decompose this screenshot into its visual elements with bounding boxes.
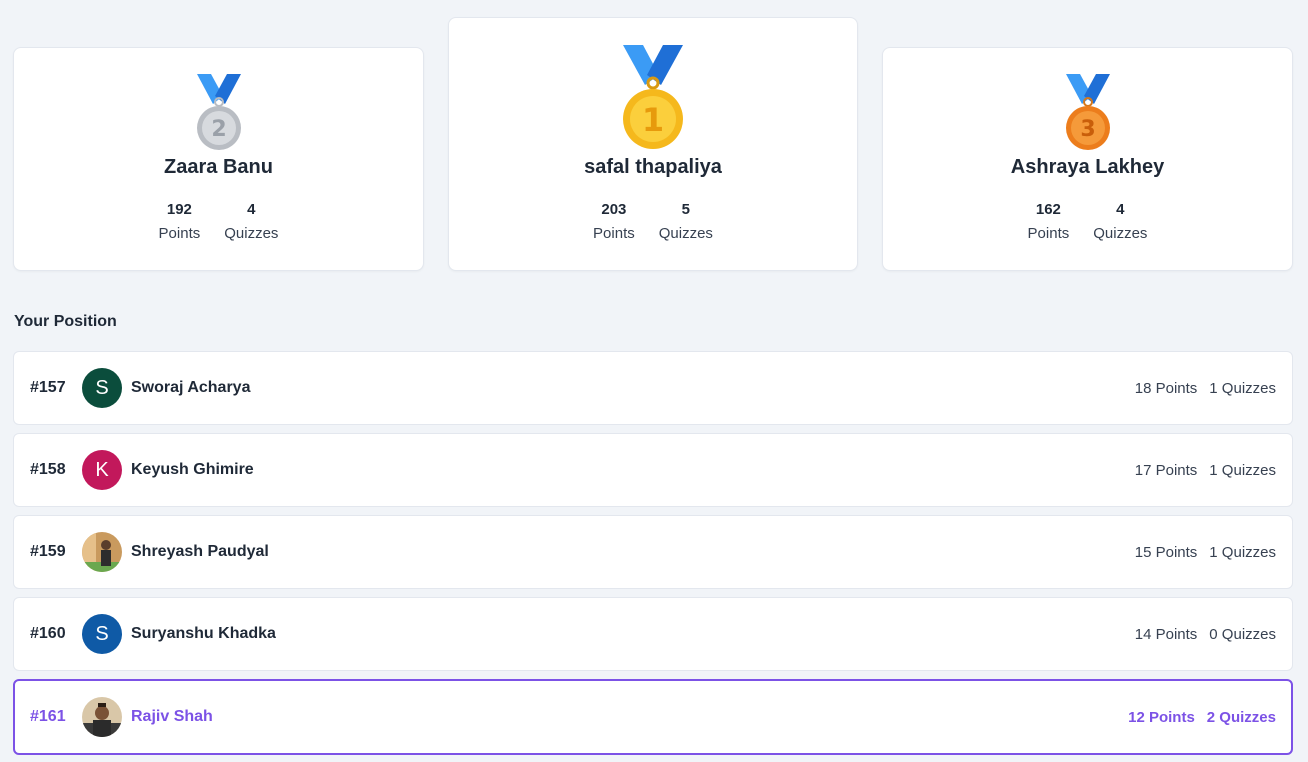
points-stat: 162 Points <box>1028 201 1070 243</box>
points-label: Points <box>1027 225 1070 242</box>
points-value: 203 <box>601 201 627 218</box>
points-text: 15 Points <box>1134 543 1198 561</box>
podium-card-first: 1 safal thapaliya 203 Points 5 Quizzes <box>448 17 858 271</box>
quizzes-stat: 4 Quizzes <box>1093 201 1147 243</box>
gold-medal-icon: 1 <box>623 45 683 149</box>
podium-card-second: 2 Zaara Banu 192 Points 4 Quizzes <box>13 47 424 271</box>
quizzes-text: 1 Quizzes <box>1209 543 1276 561</box>
current-user-row[interactable]: #161 Rajiv Shah 12 Points 2 Quizzes <box>13 679 1293 755</box>
avatar: S <box>82 368 122 408</box>
points-text: 17 Points <box>1134 461 1198 479</box>
medal-number: 3 <box>1080 117 1095 142</box>
player-name: Keyush Ghimire <box>131 461 254 478</box>
player-name: Rajiv Shah <box>131 708 213 725</box>
quizzes-value: 4 <box>1116 201 1125 218</box>
quizzes-value: 4 <box>247 201 256 218</box>
quizzes-text: 1 Quizzes <box>1209 461 1276 479</box>
points-label: Points <box>593 225 635 242</box>
quizzes-label: Quizzes <box>1093 225 1148 242</box>
avatar-photo <box>82 532 122 572</box>
quizzes-stat: 5 Quizzes <box>659 201 713 243</box>
leaderboard-row[interactable]: #157 S Sworaj Acharya 18 Points 1 Quizze… <box>13 351 1293 425</box>
quizzes-text: 1 Quizzes <box>1209 379 1276 397</box>
player-name: Shreyash Paudyal <box>131 543 269 560</box>
podium-card-third: 3 Ashraya Lakhey 162 Points 4 Quizzes <box>882 47 1293 271</box>
player-name: Sworaj Acharya <box>131 379 251 396</box>
your-position-heading: Your Position <box>14 313 117 330</box>
quizzes-stat: 4 Quizzes <box>224 201 278 243</box>
leaderboard-row[interactable]: #160 S Suryanshu Khadka 14 Points 0 Quiz… <box>13 597 1293 671</box>
points-text: 18 Points <box>1134 379 1198 397</box>
podium-name: Zaara Banu <box>164 156 273 178</box>
medal-number: 1 <box>642 101 664 139</box>
rank-label: #157 <box>30 379 66 396</box>
leaderboard-row[interactable]: #158 K Keyush Ghimire 17 Points 1 Quizze… <box>13 433 1293 507</box>
points-value: 192 <box>166 201 192 218</box>
rank-label: #159 <box>30 543 66 560</box>
medal-number: 2 <box>211 117 226 142</box>
podium-name: Ashraya Lakhey <box>1010 156 1165 178</box>
rank-label: #161 <box>30 708 66 725</box>
points-stat: 192 Points <box>159 201 201 243</box>
player-name: Suryanshu Khadka <box>131 625 276 642</box>
points-value: 162 <box>1035 201 1061 218</box>
avatar-photo <box>82 697 122 737</box>
quizzes-text: 2 Quizzes <box>1206 708 1276 726</box>
quizzes-text: 0 Quizzes <box>1209 625 1276 643</box>
points-text: 12 Points <box>1128 708 1195 726</box>
avatar: S <box>82 614 122 654</box>
quizzes-value: 5 <box>681 201 691 218</box>
rank-label: #158 <box>30 461 66 478</box>
points-text: 14 Points <box>1134 625 1198 643</box>
points-stat: 203 Points <box>593 201 635 243</box>
podium-name: safal thapaliya <box>584 156 722 178</box>
quizzes-label: Quizzes <box>658 225 713 242</box>
leaderboard-row[interactable]: #159 Shreyash Paudyal 15 Points 1 Quizze… <box>13 515 1293 589</box>
points-label: Points <box>158 225 201 242</box>
bronze-medal-icon: 3 <box>1065 74 1110 150</box>
silver-medal-icon: 2 <box>196 74 241 150</box>
avatar: K <box>82 450 122 490</box>
quizzes-label: Quizzes <box>224 225 279 242</box>
rank-label: #160 <box>30 625 66 642</box>
